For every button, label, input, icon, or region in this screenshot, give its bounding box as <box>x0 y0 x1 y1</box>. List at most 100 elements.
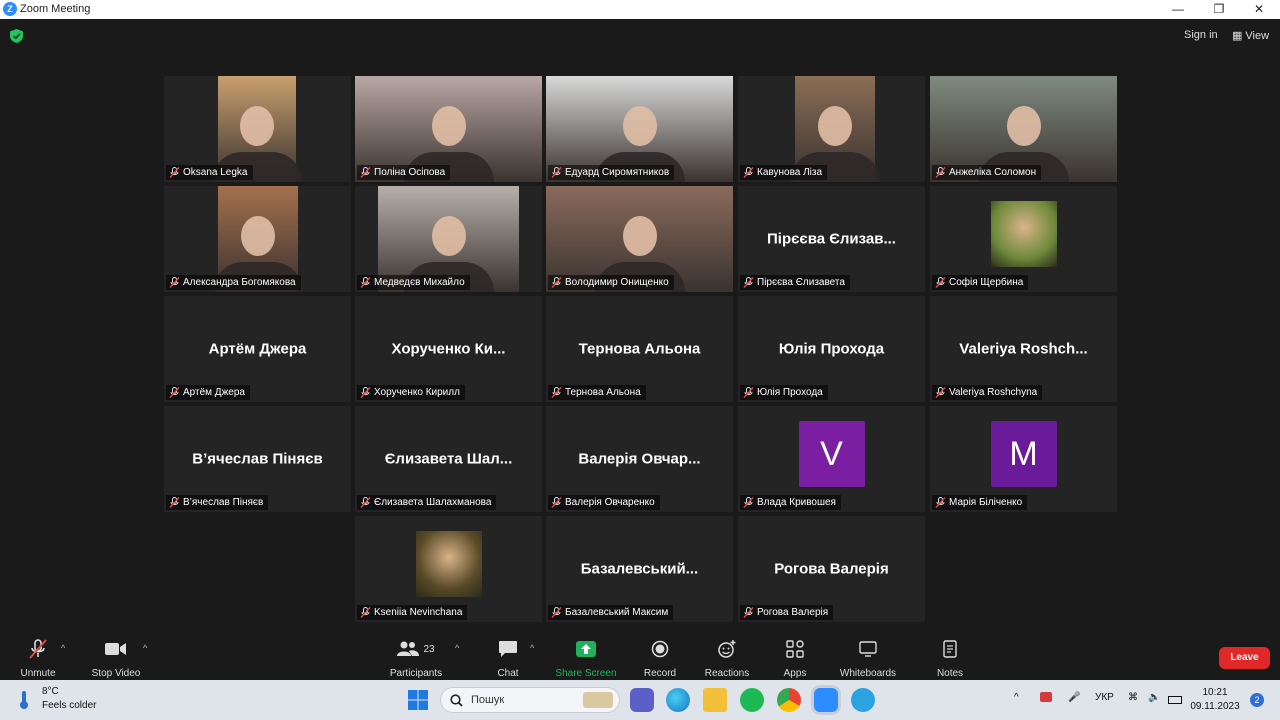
participant-tile[interactable]: Артём Джера Артём Джера <box>164 296 351 402</box>
notes-button[interactable]: Notes <box>930 637 970 679</box>
spotify-icon[interactable] <box>740 688 764 712</box>
stop-video-button[interactable]: Stop Video <box>86 637 146 679</box>
windows-taskbar: 8°C Feels colder Пошук ^ 🎤 УКР ⌘ 🔈 10:21… <box>0 680 1280 720</box>
participant-tile[interactable]: Юлія Прохода Юлія Прохода <box>738 296 925 402</box>
participant-face <box>1006 105 1041 146</box>
participant-tile[interactable]: Valeriya Roshch... Valeriya Roshchyna <box>930 296 1117 402</box>
muted-mic-icon <box>743 167 754 178</box>
participant-name: Тернова Альона <box>565 387 641 398</box>
participant-display-name: Хорученко Ки... <box>391 340 506 358</box>
participant-name: В’ячеслав Піняєв <box>183 497 264 508</box>
participant-name: Володимир Онищенко <box>565 277 669 288</box>
whiteboards-button[interactable]: Whiteboards <box>836 637 900 679</box>
file-explorer-icon[interactable] <box>703 688 727 712</box>
clock-time: 10:21 <box>1202 687 1228 698</box>
muted-mic-icon <box>743 387 754 398</box>
participant-display-name: Єлизавета Шал... <box>384 450 513 468</box>
participant-name: Анжеліка Соломон <box>949 167 1037 178</box>
close-window-button[interactable]: ✕ <box>1243 1 1275 18</box>
taskbar-clock[interactable]: 10:21 09.11.2023 <box>1190 686 1240 714</box>
reactions-smiley-icon <box>718 640 736 658</box>
clock-date: 09.11.2023 <box>1190 701 1240 712</box>
participant-name: Базалевський Максим <box>565 607 669 618</box>
muted-mic-icon <box>360 607 371 618</box>
participant-display-name: Юлія Прохода <box>778 340 885 358</box>
zoom-app-icon[interactable] <box>814 688 838 712</box>
muted-mic-icon <box>360 277 371 288</box>
chrome-browser-icon[interactable] <box>777 688 801 712</box>
participants-options-chevron-icon[interactable]: ^ <box>455 643 459 653</box>
input-language[interactable]: УКР <box>1095 692 1114 703</box>
participant-tile[interactable]: Kseniia Nevinchana <box>355 516 542 622</box>
muted-mic-icon <box>169 497 180 508</box>
grid-view-icon: ▦ <box>1232 30 1243 42</box>
participant-tile[interactable]: Oksana Legka <box>164 76 351 182</box>
record-button[interactable]: Record <box>640 637 680 679</box>
participant-tile[interactable]: Валерія Овчар... Валерія Овчаренко <box>546 406 733 512</box>
participants-button[interactable]: 23 Participants <box>384 637 448 679</box>
reactions-button[interactable]: Reactions <box>702 637 752 679</box>
participant-tile[interactable]: Хорученко Ки... Хорученко Кирилл <box>355 296 542 402</box>
video-camera-icon <box>105 643 126 655</box>
notification-badge[interactable]: 2 <box>1250 693 1264 707</box>
participant-tile[interactable]: Володимир Онищенко <box>546 186 733 292</box>
security-shield-icon[interactable] <box>10 29 23 43</box>
participant-tile[interactable]: Рогова Валерія Рогова Валерія <box>738 516 925 622</box>
participant-display-name: Тернова Альона <box>578 340 701 358</box>
telegram-icon[interactable] <box>851 688 875 712</box>
muted-mic-icon <box>360 387 371 398</box>
meeting-tray-icon[interactable] <box>1040 692 1052 702</box>
participant-tile[interactable]: Пірєєва Єлизав... Пірєєва Єлизавета <box>738 186 925 292</box>
participant-tile[interactable]: V Влада Кривошея <box>738 406 925 512</box>
muted-mic-icon <box>169 167 180 178</box>
reactions-label: Reactions <box>704 668 750 679</box>
participant-tile[interactable]: Тернова Альона Тернова Альона <box>546 296 733 402</box>
participant-name: Влада Кривошея <box>757 497 836 508</box>
share-screen-arrow-icon <box>576 641 596 657</box>
video-options-chevron-icon[interactable]: ^ <box>143 643 147 653</box>
leave-meeting-button[interactable]: Leave <box>1219 647 1270 669</box>
teams-chat-icon[interactable] <box>630 688 654 712</box>
participant-tile[interactable]: Єлизавета Шал... Єлизавета Шалахманова <box>355 406 542 512</box>
edge-browser-icon[interactable] <box>666 688 690 712</box>
participant-tile[interactable]: Александра Богомякова <box>164 186 351 292</box>
muted-mic-icon <box>935 277 946 288</box>
participant-name-tag: Тернова Альона <box>548 385 646 400</box>
participant-name: Oksana Legka <box>183 167 248 178</box>
view-button[interactable]: ▦ View <box>1232 29 1269 42</box>
participant-tile[interactable]: M Марія Біліченко <box>930 406 1117 512</box>
sign-in-button[interactable]: Sign in <box>1184 29 1218 41</box>
participant-tile[interactable]: Софія Щербина <box>930 186 1117 292</box>
unmute-button[interactable]: Unmute <box>14 637 62 679</box>
participant-tile[interactable]: Кавунова Ліза <box>738 76 925 182</box>
audio-options-chevron-icon[interactable]: ^ <box>61 643 65 653</box>
minimize-button[interactable]: — <box>1162 1 1194 18</box>
apps-button[interactable]: Apps <box>775 637 815 679</box>
microphone-tray-icon[interactable]: 🎤 <box>1068 692 1080 703</box>
participant-face <box>240 105 274 146</box>
participant-tile[interactable]: Поліна Осіпова <box>355 76 542 182</box>
battery-icon[interactable] <box>1168 696 1182 704</box>
wifi-icon[interactable]: ⌘ <box>1128 692 1138 703</box>
chat-options-chevron-icon[interactable]: ^ <box>530 643 534 653</box>
volume-icon[interactable]: 🔈 <box>1148 692 1160 703</box>
participant-tile[interactable]: В’ячеслав Піняєв В’ячеслав Піняєв <box>164 406 351 512</box>
participant-display-name: В’ячеслав Піняєв <box>192 450 323 468</box>
muted-mic-icon <box>551 167 562 178</box>
maximize-button[interactable]: ❐ <box>1203 1 1235 18</box>
chat-button[interactable]: Chat <box>490 637 526 679</box>
muted-mic-icon <box>551 277 562 288</box>
share-screen-button[interactable]: Share Screen <box>553 637 619 679</box>
participant-name: Софія Щербина <box>949 277 1024 288</box>
participant-tile[interactable]: Медведєв Михайло <box>355 186 542 292</box>
unmute-label: Unmute <box>20 668 56 679</box>
thermometer-icon <box>20 691 28 709</box>
participant-tile[interactable]: Базалевський... Базалевський Максим <box>546 516 733 622</box>
windows-start-icon[interactable] <box>406 688 430 712</box>
taskbar-search-box[interactable]: Пошук <box>440 687 620 713</box>
participant-tile[interactable]: Анжеліка Соломон <box>930 76 1117 182</box>
participant-name: Едуард Сиромятников <box>565 167 670 178</box>
participant-name-tag: Марія Біліченко <box>932 495 1028 510</box>
participant-tile[interactable]: Едуард Сиромятников <box>546 76 733 182</box>
tray-overflow-chevron-icon[interactable]: ^ <box>1014 692 1019 703</box>
